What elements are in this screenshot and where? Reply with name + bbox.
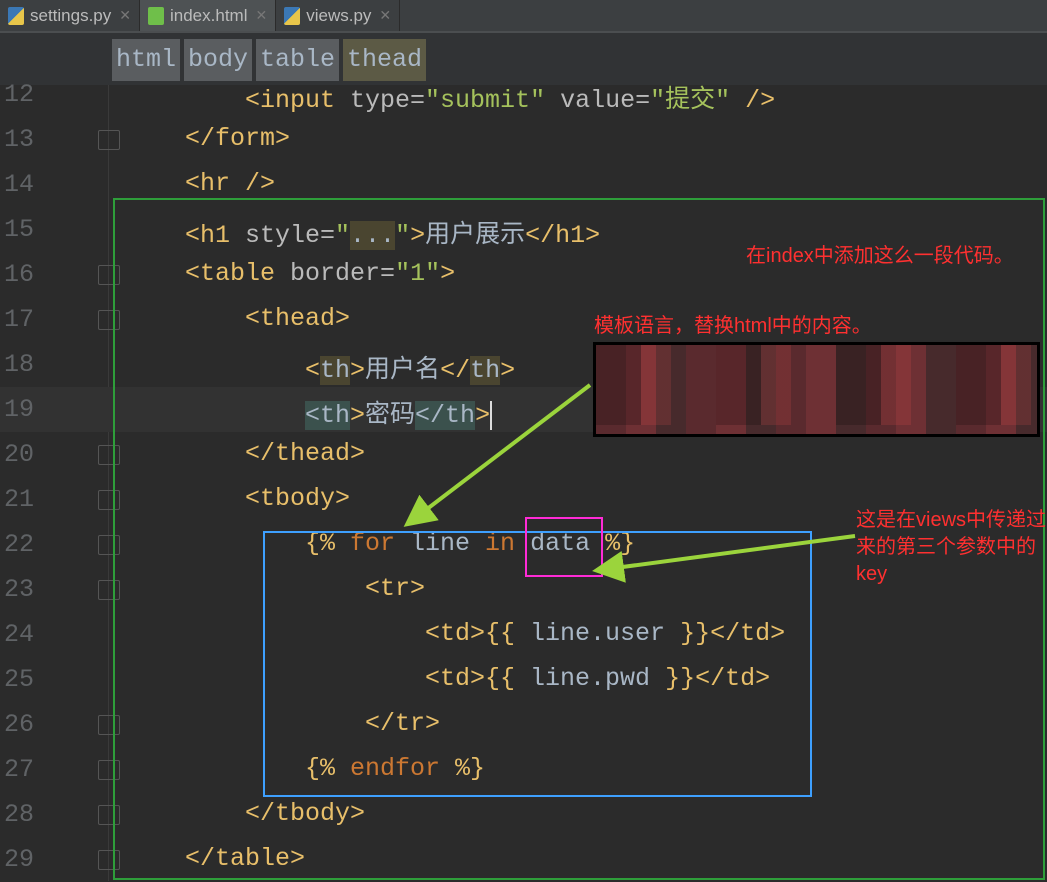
annotation-arrows bbox=[403, 383, 856, 583]
arrow-to-template bbox=[403, 383, 592, 527]
arrow-to-data-key bbox=[592, 534, 856, 583]
